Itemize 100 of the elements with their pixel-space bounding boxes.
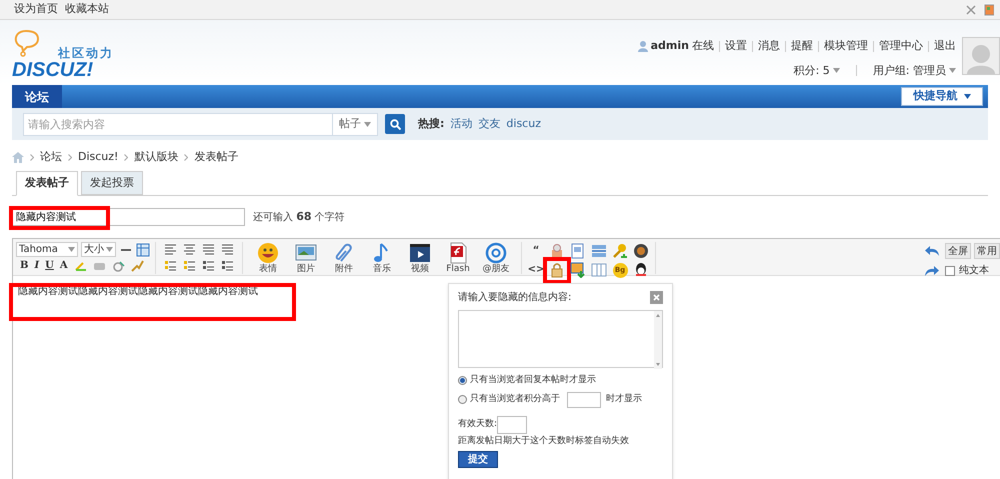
option-label: 只有当浏览者回复本帖时才显示 [470,374,596,387]
user-menu-link[interactable]: 提醒 [791,38,813,54]
char-count-hint: 还可输入 68 个字符 [253,208,345,225]
columns-icon[interactable] [591,262,607,278]
ball-icon[interactable] [633,243,649,259]
penguin-icon[interactable] [633,262,649,278]
logo[interactable]: 社区动力 DISCUZ! [12,28,122,88]
user-menu-link[interactable]: 退出 [934,38,956,54]
breadcrumb-current[interactable]: 发表帖子 [194,148,238,166]
logo-tagline: 社区动力 [58,45,114,62]
palette-icon[interactable] [984,4,994,16]
list-icon[interactable] [202,259,215,272]
user-menu-link[interactable]: 管理中心 [879,38,923,54]
option-suffix: 时才显示 [606,392,642,406]
divider-icon[interactable] [591,243,607,259]
search-icon [390,118,400,130]
username-link[interactable]: admin [650,38,689,54]
common-button[interactable]: 常用 [974,243,1000,259]
font-select[interactable]: Tahoma [16,242,78,257]
fullscreen-button[interactable]: 全屏 [945,243,971,259]
collapse-icon[interactable] [965,4,977,16]
hot-search-link[interactable]: 活动 [450,116,472,132]
search-field[interactable]: 请输入搜索内容 [23,112,333,136]
align-icon[interactable] [164,243,177,256]
radio-button[interactable] [458,376,467,386]
align-icon[interactable] [221,243,234,256]
media-button[interactable]: 音乐 [365,242,399,274]
format-button[interactable]: B [20,260,28,272]
caret-icon[interactable] [364,122,371,126]
hot-search-link[interactable]: 交友 [478,116,500,132]
media-button[interactable]: 附件 [327,242,361,274]
code-button[interactable]: <> [528,264,544,276]
chevron-icon [68,154,72,160]
chevron-icon [124,154,128,160]
highlighter-icon[interactable] [74,260,87,272]
caret-icon[interactable] [832,68,840,74]
caret-icon [964,94,970,99]
film-icon [409,242,431,264]
breadcrumb-link[interactable]: 论坛 [40,148,62,166]
search-button[interactable] [385,114,405,134]
align-icon[interactable] [202,243,215,256]
undo-icon[interactable] [924,245,940,257]
plain-text-checkbox[interactable] [945,266,955,276]
media-button[interactable]: @朋友 [479,242,513,274]
nav-tab[interactable]: 论坛 [12,85,62,108]
valid-days-label: 有效天数: [458,418,498,431]
media-button[interactable]: 图片 [289,242,323,274]
format-button[interactable]: U [45,260,54,272]
home-icon[interactable] [12,152,24,162]
caret-icon[interactable] [949,68,956,74]
dialog-title: 请输入要隐藏的信息内容: [458,290,572,305]
person-silhouette-icon [966,42,996,74]
size-select[interactable]: 大小 [81,242,116,257]
credits-dropdown[interactable]: 积分: 5 [794,62,840,79]
breadcrumb-link[interactable]: 默认版块 [134,148,178,166]
user-group-dropdown[interactable]: 用户组: 管理员 [872,62,956,79]
breadcrumb-link[interactable]: Discuz! [78,148,118,166]
user-badge-icon[interactable] [549,243,565,259]
at-sign-icon [485,242,507,264]
format-button[interactable]: A [60,260,68,272]
radio-button[interactable] [458,395,467,404]
top-link[interactable]: 设为首页 [14,1,58,18]
chevron-icon [184,154,188,160]
caret-icon[interactable] [68,247,75,252]
top-link[interactable]: 收藏本站 [65,1,109,18]
speech-bubble-icon [12,28,42,58]
user-menu-link[interactable]: 设置 [725,38,747,54]
list-icon[interactable] [164,259,177,272]
caret-icon[interactable] [106,247,113,252]
plain-text-label: 纯文本 [959,264,989,278]
lock-icon[interactable] [549,262,565,278]
scrollbar-icon[interactable] [654,311,662,369]
quick-nav-button[interactable]: 快捷导航 [901,87,983,106]
valid-days-field[interactable] [497,416,528,434]
redo-icon[interactable] [924,264,940,276]
user-menu-link[interactable]: 消息 [758,38,780,54]
close-icon [653,294,660,301]
hot-search-link[interactable]: discuz [506,116,541,132]
user-icon [638,40,648,52]
user-menu-link[interactable]: 模块管理 [824,38,868,54]
title-field[interactable]: 隐藏内容测试 [12,208,245,226]
option-label: 只有当浏览者积分高于 [470,392,560,406]
align-icon[interactable] [183,243,196,256]
quote-button[interactable]: “ [532,245,540,257]
list-icon[interactable] [221,259,234,272]
search-type-select[interactable]: 帖子 [333,112,378,136]
table-icon[interactable] [136,242,150,256]
image-download-icon[interactable] [570,262,586,278]
media-button[interactable]: 视频 [403,242,437,274]
key-icon[interactable] [612,243,628,259]
post-tab[interactable]: 发起投票 [81,171,143,195]
media-button[interactable]: 表情 [251,242,285,274]
close-button[interactable] [650,291,663,304]
post-tab[interactable]: 发表帖子 [16,171,78,196]
submit-button[interactable]: 提交 [458,451,498,468]
page-icon[interactable] [570,243,586,259]
format-button[interactable]: I [34,260,40,272]
media-button[interactable]: Flash [441,242,475,274]
credit-threshold-field[interactable] [567,392,601,408]
list-icon[interactable] [183,259,196,272]
